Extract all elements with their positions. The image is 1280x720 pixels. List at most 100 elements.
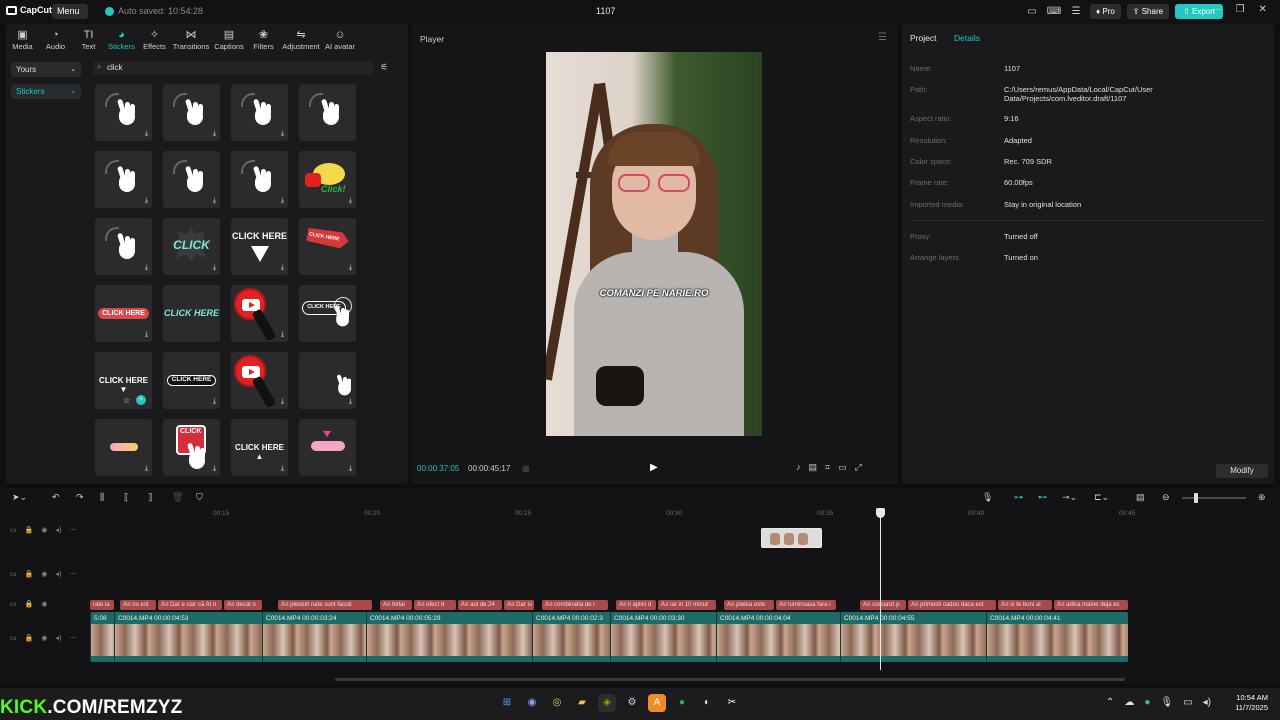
sticker-hand-tap[interactable]: ⤓ (95, 84, 152, 141)
download-icon[interactable]: ⤓ (213, 465, 216, 473)
text-clip[interactable]: A≡ primesti cadou daca est (908, 600, 996, 610)
menu-icon[interactable]: ☰ (878, 32, 887, 43)
text-clip[interactable]: A≡ aui de 24 (458, 600, 502, 610)
nvidia-icon[interactable]: ◈ (598, 694, 616, 712)
text-clip[interactable]: A≡ Dar e clar că AI o (158, 600, 222, 610)
download-icon[interactable]: ⤓ (349, 264, 352, 272)
track-toggle-icon[interactable]: ▭ (10, 634, 17, 642)
settings-icon[interactable]: ☰ (1068, 5, 1084, 19)
split-left-icon[interactable]: ⟦ (124, 492, 128, 503)
sticker-hand-tap[interactable]: ⤓ (95, 218, 152, 275)
download-icon[interactable]: ⤓ (213, 130, 216, 138)
download-icon[interactable]: ⤓ (281, 197, 284, 205)
zoom-slider[interactable] (1182, 493, 1246, 503)
spotify-icon[interactable]: ● (673, 694, 691, 712)
text-clip[interactable]: rate la (90, 600, 114, 610)
text-clip[interactable]: A≡ combinatia de l (542, 600, 608, 610)
lock-icon[interactable]: 🔒 (25, 634, 34, 642)
add-icon[interactable]: + (136, 395, 146, 405)
monitor-icon[interactable]: ▭ (1183, 697, 1192, 708)
sticker-hand-tap[interactable] (299, 84, 356, 141)
minimize-icon[interactable]: – (1216, 4, 1222, 15)
text-clip[interactable]: A≡ plestuti nate sunt facuti (278, 600, 372, 610)
download-icon[interactable]: ⤓ (349, 197, 352, 205)
sticker-click-burst[interactable]: CLICK ⤓ (163, 218, 220, 275)
video-clip[interactable]: C0014.MP4 00:00:02:3 (532, 612, 610, 662)
sticker-click-yellow[interactable]: Click! ⤓ (299, 151, 356, 208)
crop-icon[interactable]: ⌗ (825, 462, 830, 473)
zoom-in-icon[interactable]: ⊕ (1258, 492, 1266, 503)
select-tool-icon[interactable]: ➤⌄ (12, 492, 27, 503)
play-button[interactable]: ▶ (650, 462, 658, 473)
tab-transitions[interactable]: ⋈ Transitions (171, 26, 211, 54)
download-icon[interactable]: ⤓ (145, 465, 148, 473)
tab-ai-avatar[interactable]: ☺ AI avatar (322, 26, 358, 54)
tab-project[interactable]: Project (910, 33, 936, 43)
quality-icon[interactable]: ▤ (809, 462, 818, 473)
video-clip[interactable]: C0014.MP4 00:00:04:41 (986, 612, 1128, 662)
tab-audio[interactable]: ◔ Audio (39, 26, 72, 54)
text-clip[interactable]: A≡ ou est (120, 600, 156, 610)
menu-button[interactable]: Menu ⌄ (52, 4, 88, 31)
chevron-up-icon[interactable]: ⌃ (1106, 697, 1114, 708)
sticker-click-button-hand[interactable]: CLICK ⤓ (163, 419, 220, 476)
speaker-icon[interactable]: ◂) (55, 570, 61, 578)
close-icon[interactable]: ✕ (1259, 4, 1267, 15)
track-toggle-icon[interactable]: ▭ (10, 600, 17, 608)
sticker-pink-button[interactable]: ⤓ (299, 419, 356, 476)
lock-icon[interactable]: 🔒 (25, 600, 34, 608)
download-icon[interactable]: ⤓ (281, 398, 284, 406)
video-clip[interactable]: C0014.MP4 00:00:03:30 (610, 612, 716, 662)
search-input[interactable]: click (93, 61, 373, 75)
tab-adjustment[interactable]: ⇋ Adjustment (280, 26, 322, 54)
link-icon[interactable]: ⊷ (1038, 492, 1047, 503)
timecode-icon[interactable]: ▦ (522, 464, 530, 473)
status-dot-icon[interactable]: ● (1144, 697, 1150, 708)
chrome-icon[interactable]: ◎ (548, 694, 566, 712)
microphone-icon[interactable]: 🎙 (982, 492, 993, 503)
eye-icon[interactable]: ◉ (41, 634, 47, 642)
track-toggle-icon[interactable]: ▭ (10, 570, 17, 578)
text-clip[interactable]: A≡ Dar si (504, 600, 534, 610)
download-icon[interactable]: ⤓ (349, 398, 352, 406)
undo-icon[interactable]: ↶ (52, 492, 60, 503)
download-icon[interactable]: ⤓ (213, 398, 216, 406)
pro-button[interactable]: ♦ Pro (1090, 4, 1121, 19)
tiktok-icon[interactable]: ♪ (796, 462, 801, 473)
text-clip[interactable]: A≡ pielea este (724, 600, 774, 610)
modify-button[interactable]: Modify (1216, 464, 1268, 478)
download-icon[interactable]: ⤓ (145, 130, 148, 138)
sticker-click-here-button-hand[interactable]: CLICK HERE (299, 285, 356, 342)
text-clip[interactable]: A≡ iar in 10 minut (658, 600, 716, 610)
magnet-icon[interactable]: ⊶ (1014, 492, 1023, 503)
download-icon[interactable]: ⤓ (145, 264, 148, 272)
download-icon[interactable]: ⤓ (281, 331, 284, 339)
text-clip[interactable]: A≡ decat o (224, 600, 262, 610)
download-icon[interactable]: ⤓ (213, 264, 216, 272)
split-right-icon[interactable]: ⟧ (148, 492, 152, 503)
capcut-icon[interactable]: ✂ (723, 694, 741, 712)
video-clip[interactable]: C0014.MP4 00:00:04:55 (840, 612, 986, 662)
playhead-handle[interactable] (876, 508, 885, 518)
split-icon[interactable]: ⫼ (100, 492, 104, 503)
sticker-hand-tap[interactable]: ⤓ (231, 151, 288, 208)
download-icon[interactable]: ⤓ (145, 197, 148, 205)
volume-icon[interactable]: ◂) (1203, 697, 1211, 708)
speaker-icon[interactable]: ◂) (55, 634, 61, 642)
sticker-click-here-red-arrow[interactable]: CLICK HERE ⤓ (299, 218, 356, 275)
sticker-youtube-click[interactable]: ⤓ (231, 352, 288, 409)
tab-stickers[interactable]: ◕ Stickers (105, 26, 138, 54)
text-clip[interactable]: A≡ si te buni ai (998, 600, 1052, 610)
aspect-ratio-icon[interactable]: ▭ (838, 462, 847, 473)
delete-icon[interactable]: 🗑 (172, 492, 183, 503)
download-icon[interactable]: ⤓ (349, 465, 352, 473)
captions-track-icon[interactable]: ▤ (1136, 492, 1145, 503)
microphone-icon[interactable]: 🎙 (1160, 697, 1173, 708)
sticker-clip[interactable] (761, 528, 822, 548)
tab-media[interactable]: ▣ Media (6, 26, 39, 54)
download-icon[interactable]: ⤓ (281, 264, 284, 272)
sticker-pink-pill[interactable]: ⤓ (95, 419, 152, 476)
text-clip[interactable]: A≡ luminoasa fara i (776, 600, 836, 610)
download-icon[interactable]: ⤓ (213, 197, 216, 205)
tab-details[interactable]: Details (954, 33, 980, 43)
